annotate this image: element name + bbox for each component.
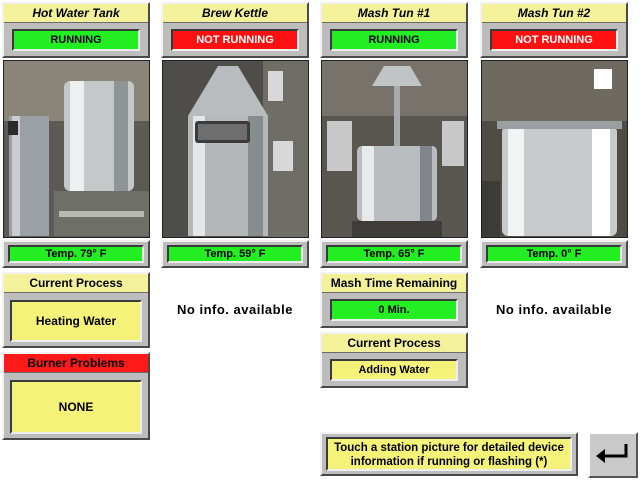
station-title: Mash Tun #1 bbox=[322, 4, 466, 23]
status-badge: NOT RUNNING bbox=[490, 29, 618, 51]
mash-time-value: 0 Min. bbox=[330, 299, 458, 321]
station-header-mash-tun-2: Mash Tun #2 NOT RUNNING bbox=[480, 2, 628, 58]
station-title: Brew Kettle bbox=[163, 4, 307, 23]
station-header-brew-kettle: Brew Kettle NOT RUNNING bbox=[161, 2, 309, 58]
current-process-panel: Current Process Heating Water bbox=[2, 272, 150, 348]
current-process-panel-mash-tun-1: Current Process Adding Water bbox=[320, 332, 468, 388]
temperature-readout: Temp. 0° F bbox=[486, 245, 622, 263]
station-photo-mash-tun-2[interactable] bbox=[481, 60, 628, 238]
mash-time-panel: Mash Time Remaining 0 Min. bbox=[320, 272, 468, 328]
no-info-text: No info. available bbox=[177, 302, 293, 317]
station-temp-mash-tun-1: Temp. 65° F bbox=[320, 240, 468, 268]
burner-problems-title: Burner Problems bbox=[4, 354, 148, 373]
station-photo-mash-tun-1[interactable] bbox=[321, 60, 468, 238]
hint-text: Touch a station picture for detailed dev… bbox=[326, 437, 572, 471]
status-badge: RUNNING bbox=[12, 29, 140, 51]
burner-problems-value: NONE bbox=[10, 380, 142, 434]
current-process-value: Heating Water bbox=[10, 300, 142, 342]
no-info-text: No info. available bbox=[496, 302, 612, 317]
current-process-title: Current Process bbox=[4, 274, 148, 293]
enter-return-icon bbox=[594, 442, 632, 468]
station-title: Hot Water Tank bbox=[4, 4, 148, 23]
hint-panel: Touch a station picture for detailed dev… bbox=[320, 432, 578, 476]
station-title: Mash Tun #2 bbox=[482, 4, 626, 23]
station-header-hot-water-tank: Hot Water Tank RUNNING bbox=[2, 2, 150, 58]
enter-button[interactable] bbox=[588, 432, 638, 478]
current-process-value: Adding Water bbox=[330, 359, 458, 381]
current-process-title: Current Process bbox=[322, 334, 466, 353]
mash-time-title: Mash Time Remaining bbox=[322, 274, 466, 293]
station-header-mash-tun-1: Mash Tun #1 RUNNING bbox=[320, 2, 468, 58]
station-temp-hot-water-tank: Temp. 79° F bbox=[2, 240, 150, 268]
temperature-readout: Temp. 79° F bbox=[8, 245, 144, 263]
status-badge: RUNNING bbox=[330, 29, 458, 51]
temperature-readout: Temp. 59° F bbox=[167, 245, 303, 263]
status-badge: NOT RUNNING bbox=[171, 29, 299, 51]
temperature-readout: Temp. 65° F bbox=[326, 245, 462, 263]
burner-problems-panel: Burner Problems NONE bbox=[2, 352, 150, 440]
station-photo-brew-kettle[interactable] bbox=[162, 60, 309, 238]
station-temp-brew-kettle: Temp. 59° F bbox=[161, 240, 309, 268]
station-photo-hot-water-tank[interactable] bbox=[3, 60, 150, 238]
station-temp-mash-tun-2: Temp. 0° F bbox=[480, 240, 628, 268]
